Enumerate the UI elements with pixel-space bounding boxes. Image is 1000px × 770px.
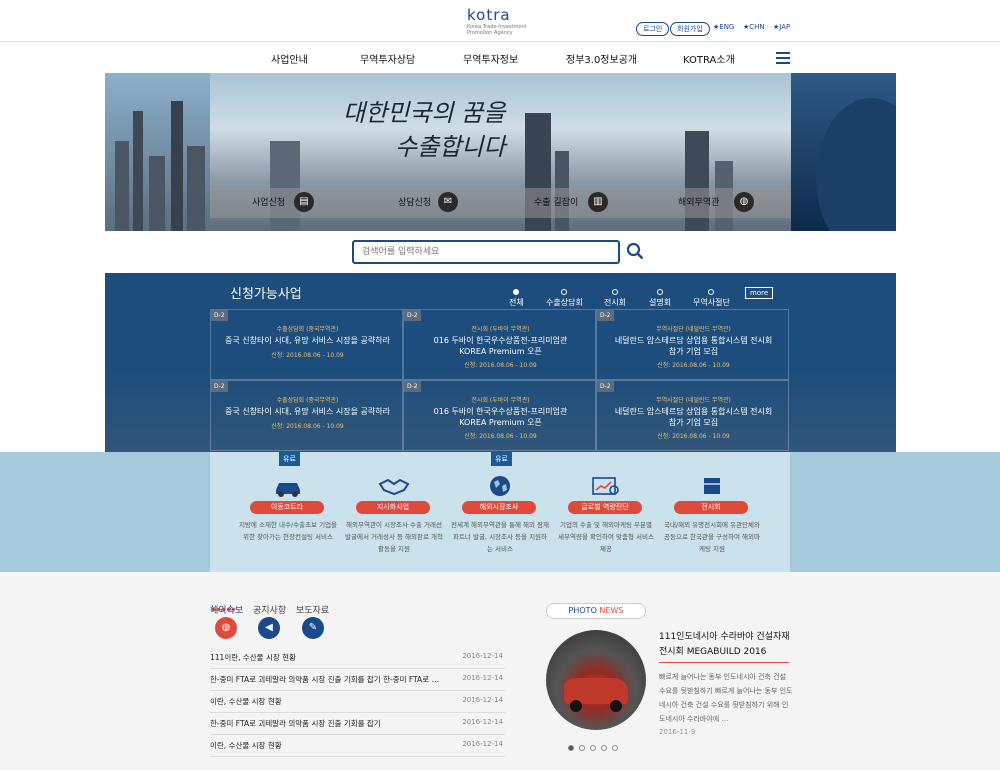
nav-item-info[interactable]: 무역투자정보 <box>463 51 518 66</box>
globe-icon[interactable]: ◍ <box>215 617 237 639</box>
nav-item-consulting[interactable]: 무역투자상담 <box>360 51 415 66</box>
photo-pager[interactable] <box>568 736 628 751</box>
news-row[interactable]: 한-중미 FTA로 괴테말라 의약품 시장 진출 기회를 잡기 2016-12-… <box>210 713 505 735</box>
programs-section: 신청가능사업 전체 수출상담회 전시회 설명회 무역사절단 more D-2 수… <box>105 273 896 452</box>
hero-ship-image <box>791 73 896 231</box>
building-icon[interactable]: ▥ <box>588 192 608 212</box>
globe-icon[interactable]: ◍ <box>734 192 754 212</box>
quicklink-apply[interactable]: 사업신청 <box>252 195 285 208</box>
programs-title: 신청가능사업 <box>230 287 302 302</box>
service-item-exhibition[interactable]: 전시회 국내/해외 유명전시회에 유관단체와 공동으로 한국관을 구성하여 해외… <box>658 452 764 572</box>
program-card[interactable]: D-2 전시회 (두바이 무역관) 016 두바이 한국우수상품전-프리미엄관 … <box>403 380 596 451</box>
hero-slogan-line1: 대한민국의 꿈을 <box>343 99 506 127</box>
program-card[interactable]: D-2 전시회 (두바이 무역관) 016 두바이 한국우수상품전-프리미엄관 … <box>403 309 596 380</box>
tab-press[interactable]: 보도자료 <box>296 603 329 616</box>
kotra-logo[interactable]: kotra Korea Trade-Investment Promotion A… <box>467 6 537 36</box>
car-icon <box>276 483 300 497</box>
megaphone-icon[interactable]: ◀ <box>258 617 280 639</box>
tab-overseas-news[interactable]: 해외속보 <box>210 603 243 616</box>
tab-notices[interactable]: 공지사항 <box>253 603 286 616</box>
lang-eng-link[interactable]: ★ENG <box>713 23 734 31</box>
photo-news-image[interactable] <box>546 630 646 730</box>
document-icon[interactable]: ▤ <box>294 192 314 212</box>
login-button[interactable]: 로그인 <box>636 22 670 36</box>
program-card[interactable]: D-2 무역사절단 (네덜란드 무역관) 네덜란드 암스테르담 상업용 통합시스… <box>596 380 789 451</box>
tab-export-consult[interactable]: 수출상담회 <box>546 289 583 308</box>
nav-item-about[interactable]: KOTRA소개 <box>683 51 735 66</box>
chat-icon[interactable]: ✉ <box>438 192 458 212</box>
news-row[interactable]: 이란, 수산물 시장 현황 2016-12-14 <box>210 735 505 757</box>
tab-all[interactable]: 전체 <box>509 289 524 308</box>
menu-icon[interactable] <box>776 52 790 64</box>
services-carousel: 유료 이동코트라 지방에 소재한 내수/수출초보 기업을 위한 찾아가는 현장컨… <box>210 452 790 572</box>
tab-exhibition[interactable]: 전시회 <box>604 289 626 308</box>
photo-news-divider <box>659 662 789 663</box>
tab-trade-mission[interactable]: 무역사절단 <box>693 289 730 308</box>
pen-icon[interactable]: ✎ <box>302 617 324 639</box>
search-icon[interactable] <box>626 242 644 260</box>
service-item-market-research[interactable]: 유료 해외시장조사 전세계 해외무역관을 통해 해외 잠재파트너 발굴, 시장조… <box>446 452 552 572</box>
paid-badge: 유료 <box>491 452 512 466</box>
search-input[interactable] <box>352 240 620 264</box>
lang-jap-link[interactable]: ★JAP <box>773 23 790 31</box>
news-row[interactable]: 한-중미 FTA로 괴테말라 의약품 시장 진출 기회를 잡기 한-중미 FTA… <box>210 669 505 691</box>
photo-news-desc: 빠르게 늘어나는 동부 인도네시아 건축 건설 수요를 뒷받침하기 빠르게 늘어… <box>659 673 793 723</box>
nav-item-gov30[interactable]: 정부3.0정보공개 <box>566 51 637 66</box>
program-card[interactable]: D-2 무역사절단 (네덜란드 무역관) 네덜란드 암스테르담 상업용 통합시스… <box>596 309 789 380</box>
quicklink-overseas[interactable]: 해외무역관 <box>678 195 719 208</box>
main-nav: 사업안내 무역투자상담 무역투자정보 정부3.0정보공개 KOTRA소개 <box>0 43 1000 73</box>
quicklink-consult[interactable]: 상담신청 <box>398 195 431 208</box>
service-item-mobile-kotra[interactable]: 유료 이동코트라 지방에 소재한 내수/수출초보 기업을 위한 찾아가는 현장컨… <box>234 452 340 572</box>
logo-subtitle: Korea Trade-Investment Promotion Agency <box>467 24 527 36</box>
program-card[interactable]: D-2 수출상담회 (중국무역관) 중국 신창타이 시대, 유망 서비스 시장을… <box>210 309 403 380</box>
box-icon <box>704 478 720 494</box>
chart-search-icon <box>592 477 619 495</box>
service-item-global-diagnosis[interactable]: 글로벌 역량진단 기업의 수출 및 해외마케팅 부분별 세부역량을 확인하여 맞… <box>552 452 658 572</box>
photo-news-badge: PHOTO NEWS <box>546 603 646 619</box>
news-row[interactable]: 이란, 수산물 시장 현황 2016-12-14 <box>210 691 505 713</box>
logo-wordmark: kotra <box>467 6 511 24</box>
more-button[interactable]: more <box>745 287 774 299</box>
quicklink-guide[interactable]: 수출 길잡이 <box>534 195 578 208</box>
site-header: kotra Korea Trade-Investment Promotion A… <box>0 0 1000 42</box>
paid-badge: 유료 <box>279 452 300 466</box>
photo-news-title[interactable]: 111인도네시아 수라바야 건설자재 전시회 MEGABUILD 2016 <box>659 630 794 660</box>
news-row[interactable]: 111이란, 수산물 시장 현황 2016-12-14 <box>210 647 505 669</box>
photo-news-date: 2016-11-9 <box>659 728 696 736</box>
tab-seminar[interactable]: 설명회 <box>649 289 671 308</box>
lang-chn-link[interactable]: ★CHN <box>743 23 765 31</box>
program-card[interactable]: D-2 수출상담회 (중국무역관) 중국 신창타이 시대, 유망 서비스 시장을… <box>210 380 403 451</box>
hero-banner: 대한민국의 꿈을 수출합니다 사업신청 ▤ 상담신청 ✉ 수출 길잡이 ▥ 해외… <box>105 73 896 231</box>
globe-icon <box>490 476 510 496</box>
hero-quicklinks: 사업신청 ▤ 상담신청 ✉ 수출 길잡이 ▥ 해외무역관 ◍ <box>210 188 791 218</box>
join-button[interactable]: 회원가입 <box>670 22 710 36</box>
nav-item-business[interactable]: 사업안내 <box>271 51 308 66</box>
handshake-icon <box>378 478 410 496</box>
hero-slogan-line2: 수출합니다 <box>395 133 506 161</box>
service-item-branch[interactable]: 지사화사업 해외무역관이 시장조사 수출 거래선 발굴에서 거래성사 등 해외판… <box>340 452 446 572</box>
tab-indicator-dots <box>212 596 242 611</box>
hero-city-image <box>105 73 210 231</box>
